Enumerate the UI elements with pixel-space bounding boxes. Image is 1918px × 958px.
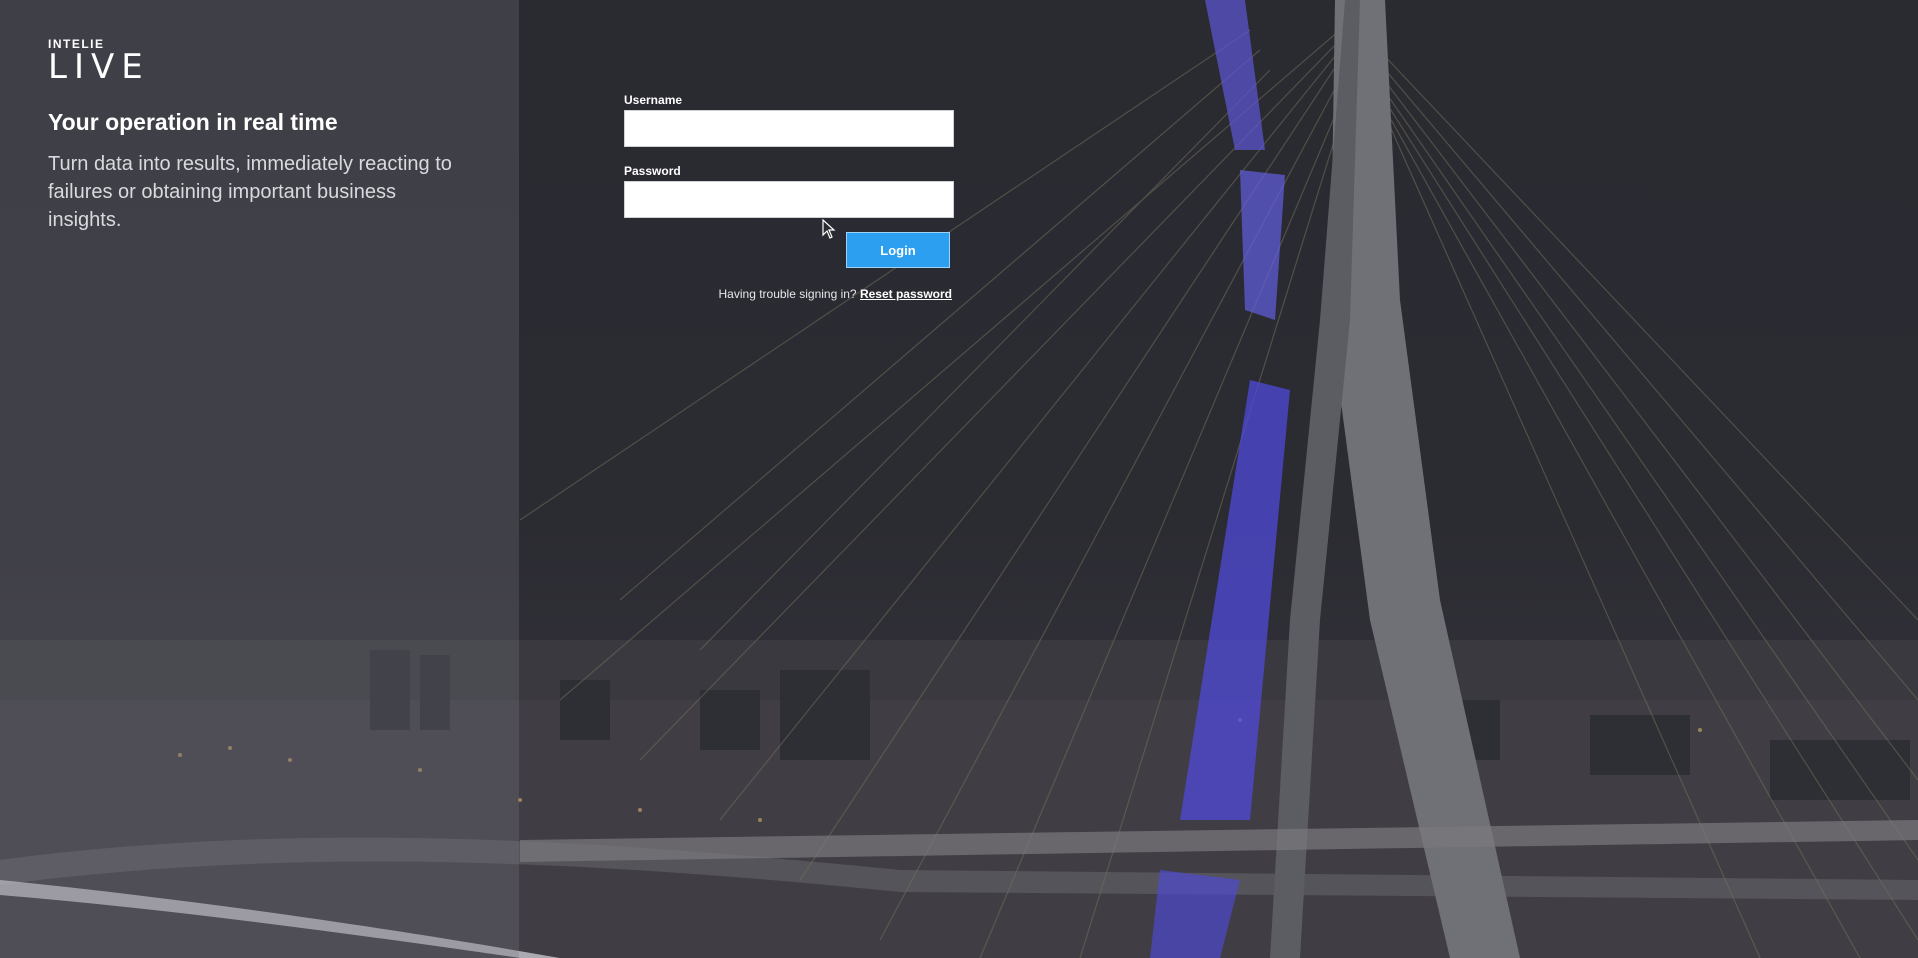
signin-help: Having trouble signing in? Reset passwor… (719, 287, 952, 301)
signin-help-text: Having trouble signing in? (718, 287, 857, 301)
password-label: Password (624, 164, 681, 178)
intro-side-panel (0, 0, 519, 958)
intro-tagline: Turn data into results, immediately reac… (48, 153, 452, 231)
username-input[interactable] (624, 110, 954, 147)
password-input[interactable] (624, 181, 954, 218)
reset-password-link[interactable]: Reset password (860, 287, 952, 301)
intro-headline: Your operation in real time (48, 109, 338, 135)
login-form: Username Password Login Having trouble s… (624, 92, 954, 301)
mouse-cursor-icon (822, 218, 836, 244)
login-button[interactable]: Login (846, 232, 950, 268)
intelie-live-logo: INTELIE LIVE (48, 38, 150, 84)
logo-main-text: LIVE (48, 47, 150, 87)
username-label: Username (624, 93, 683, 107)
